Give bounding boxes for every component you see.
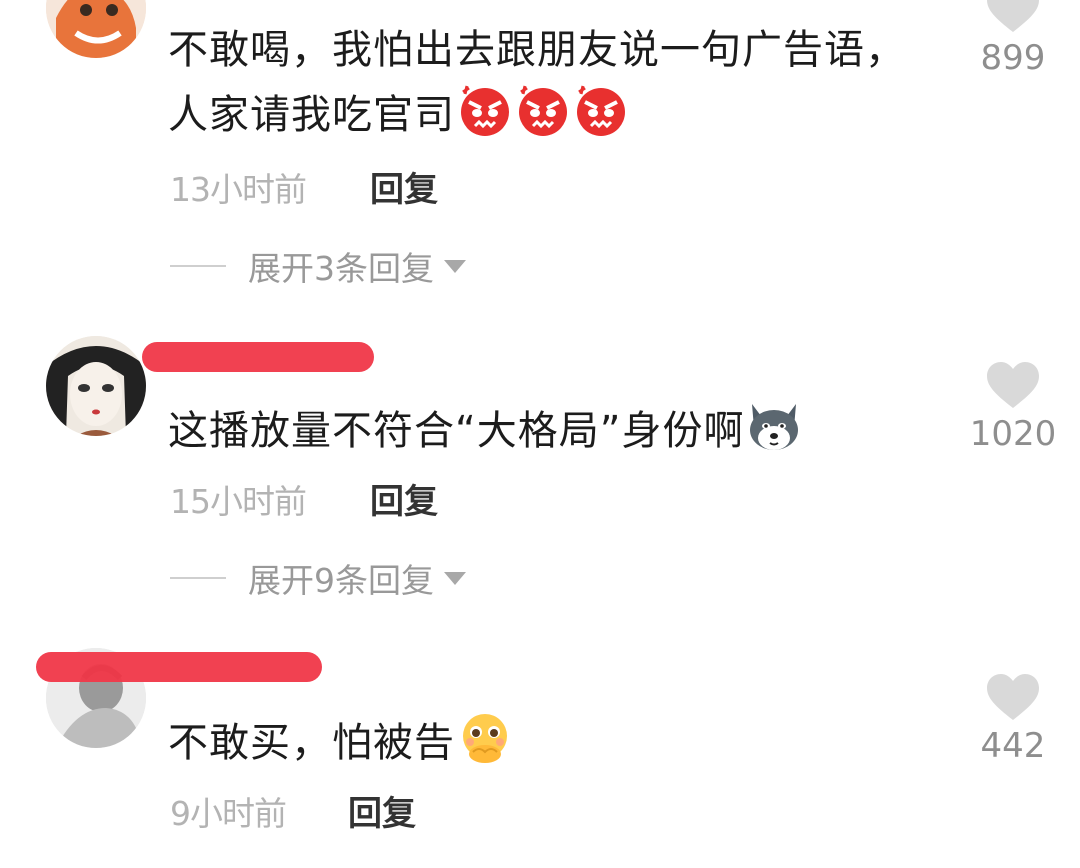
caret-down-icon [444, 571, 466, 585]
comment-text: 不敢买，怕被告 [168, 710, 513, 773]
comment-text: 这播放量不符合“大格局”身份啊 [168, 398, 802, 461]
reply-button[interactable]: 回复 [348, 786, 416, 835]
expand-replies-label: 展开3条回复 [248, 249, 434, 288]
comment-text-span: 人家请我吃官司 [168, 92, 455, 138]
heart-icon [987, 674, 1039, 720]
comment-timestamp: 9小时前 [170, 794, 287, 833]
heart-icon [987, 0, 1039, 32]
like-count: 1020 [969, 414, 1057, 454]
pleading-face-hands-icon [463, 714, 507, 763]
expand-replies-label: 展开9条回复 [248, 561, 434, 600]
like-count: 899 [980, 38, 1046, 78]
husky-dog-icon [750, 404, 799, 450]
comment-text-span: 这播放量不符合“大格局”身份啊 [168, 408, 745, 454]
comment-text-line: 人家请我吃官司 [168, 82, 906, 145]
comment-item: 不敢买，怕被告 9小时前 回复 442 [0, 642, 1080, 868]
like-button[interactable]: 899 [958, 0, 1068, 78]
caret-down-icon [444, 259, 466, 273]
avatar[interactable] [46, 0, 146, 58]
comment-text: 不敢喝，我怕出去跟朋友说一句广告语， 人家请我吃官司 [168, 20, 906, 145]
like-button[interactable]: 1020 [958, 362, 1068, 454]
comment-timestamp: 15小时前 [170, 482, 307, 521]
avatar[interactable] [46, 336, 146, 436]
like-button[interactable]: 442 [958, 674, 1068, 766]
angry-face-icon [577, 85, 625, 136]
reply-button[interactable]: 回复 [370, 162, 438, 211]
comment-text-line: 不敢喝，我怕出去跟朋友说一句广告语， [168, 27, 906, 73]
divider-line [170, 577, 226, 579]
expand-replies-button[interactable]: 展开3条回复 [170, 242, 466, 290]
comment-text-span: 不敢买，怕被告 [168, 720, 455, 766]
divider-line [170, 265, 226, 267]
like-count: 442 [980, 726, 1046, 766]
angry-face-icon [519, 85, 567, 136]
redacted-username [36, 652, 322, 682]
expand-replies-button[interactable]: 展开9条回复 [170, 554, 466, 602]
heart-icon [987, 362, 1039, 408]
girl-avatar-icon [46, 336, 146, 436]
comment-item: 不敢喝，我怕出去跟朋友说一句广告语， 人家请我吃官司 13小时前 回复 展开3条… [0, 0, 1080, 300]
comment-item: 这播放量不符合“大格局”身份啊 15小时前 回复 展开9条回复 1020 [0, 330, 1080, 620]
reply-button[interactable]: 回复 [370, 474, 438, 523]
angry-face-icon [461, 85, 509, 136]
fox-avatar-icon [46, 0, 146, 58]
comment-timestamp: 13小时前 [170, 170, 307, 209]
redacted-username [142, 342, 374, 372]
